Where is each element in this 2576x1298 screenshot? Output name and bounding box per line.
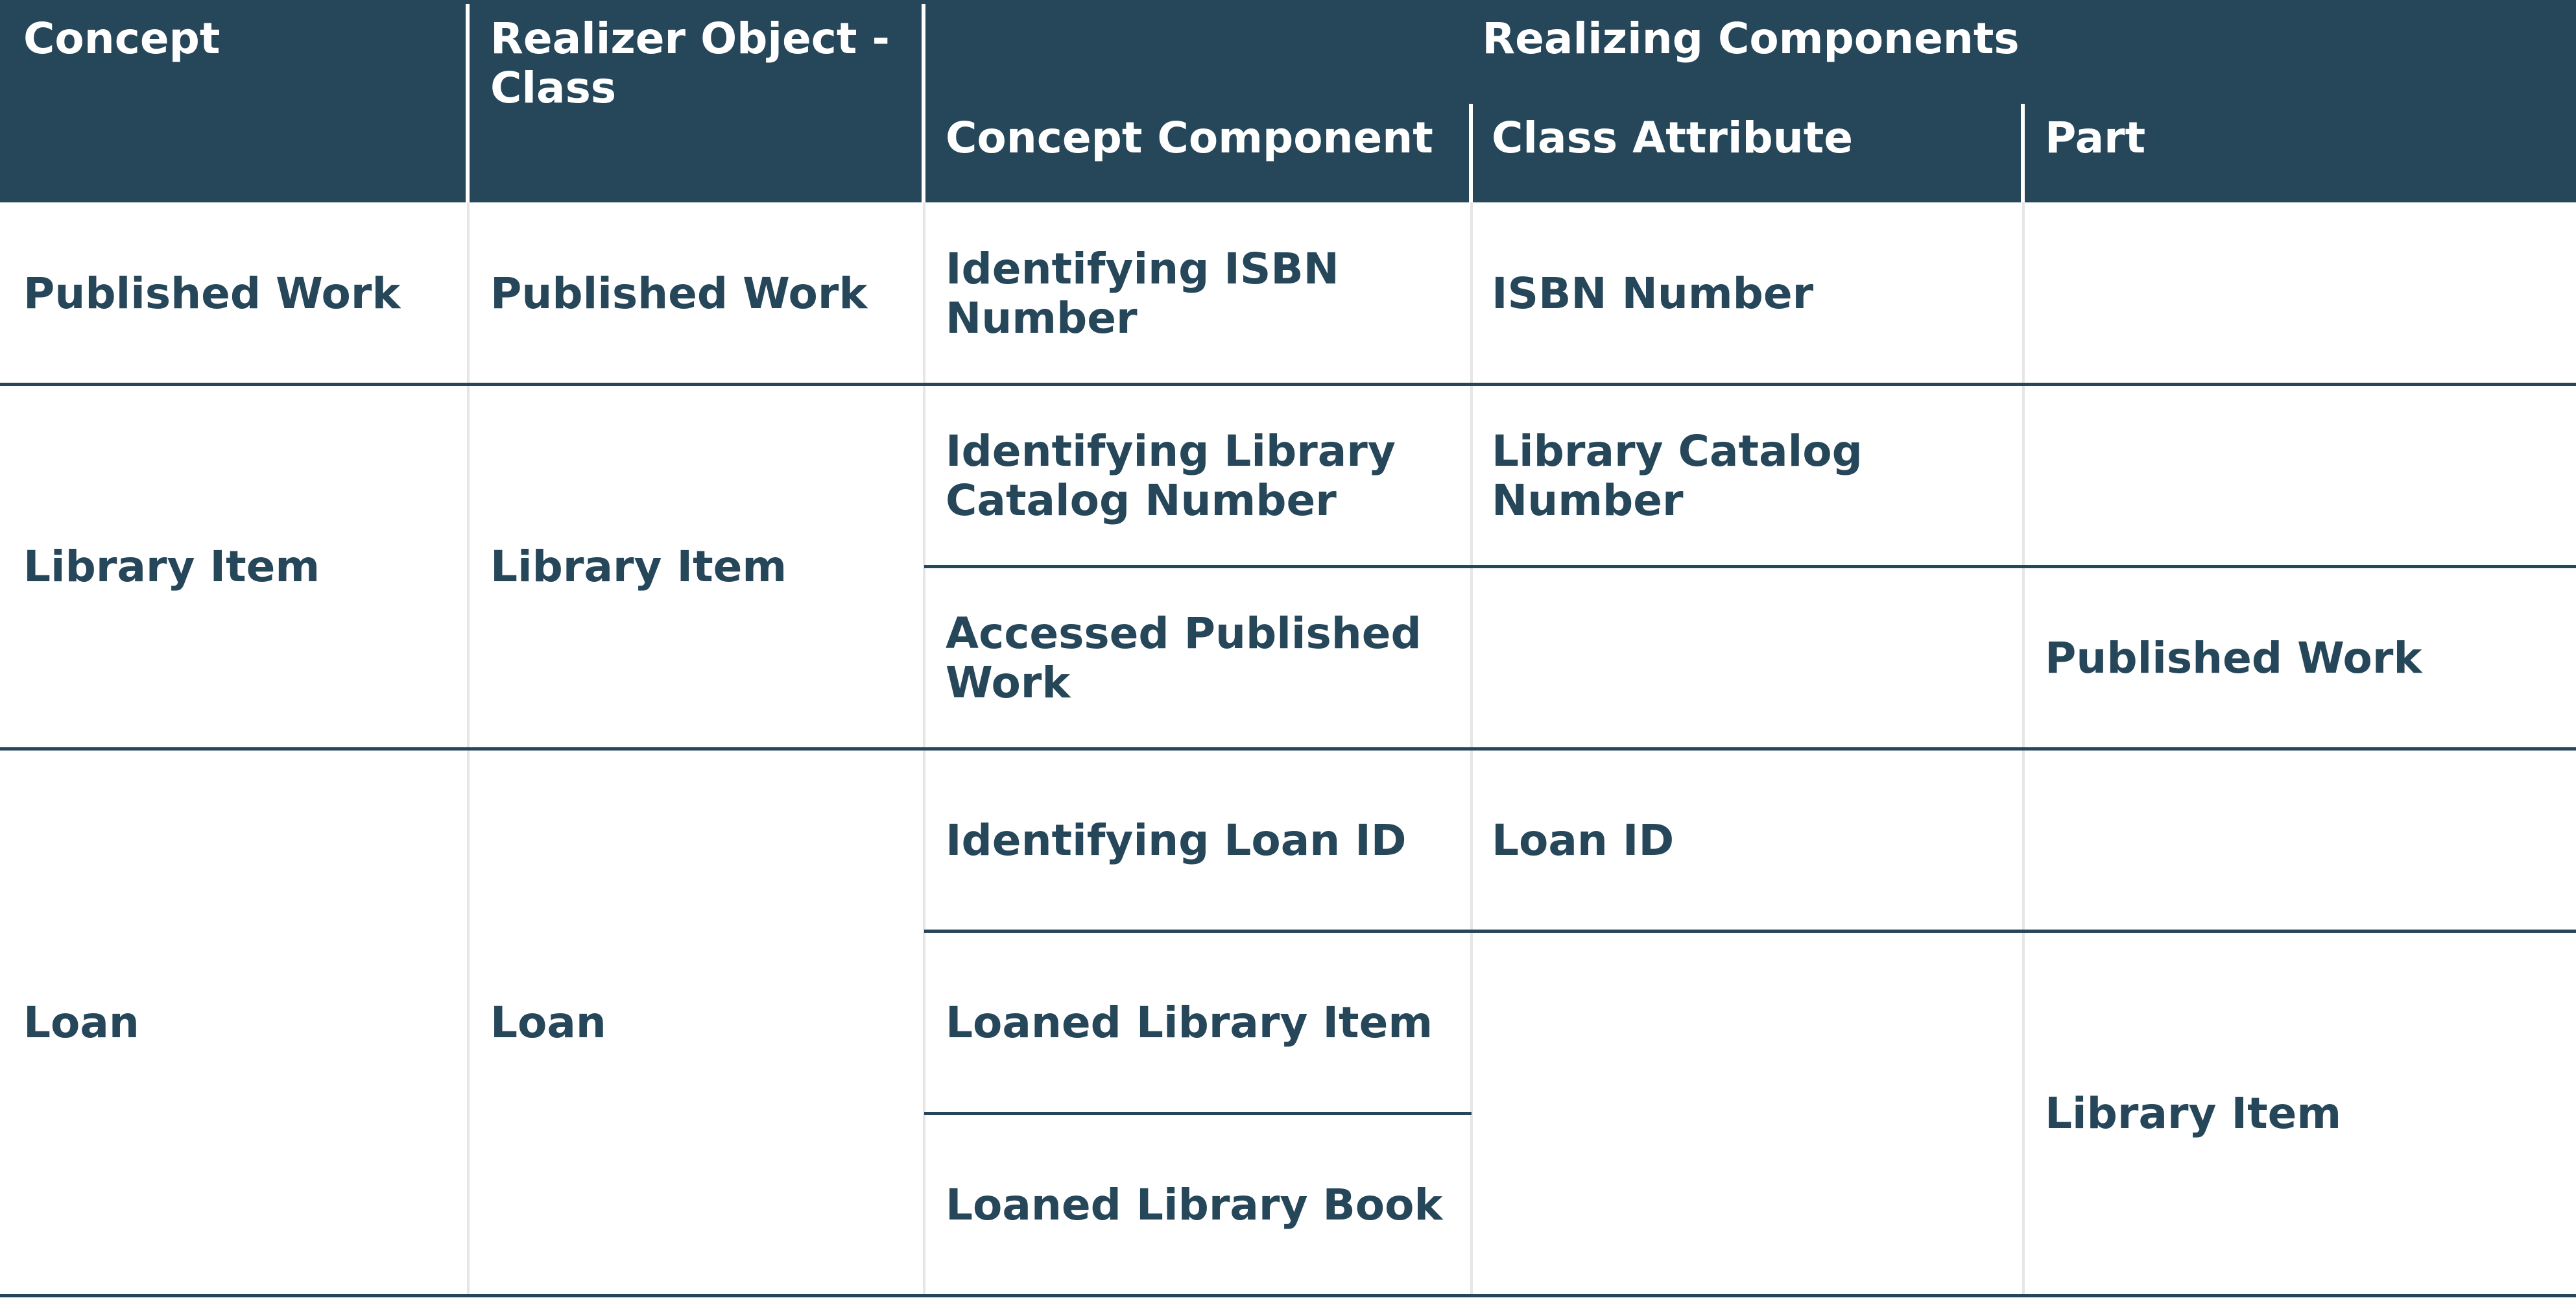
- cell-line: Work: [946, 658, 1071, 708]
- table-cell-realizer: Published Work: [490, 269, 868, 318]
- table-cell-concept-component: Accessed Published Work: [946, 609, 1422, 708]
- table-cell-concept: Published Work: [23, 269, 401, 318]
- cell-line: Number: [1492, 475, 1684, 525]
- header-realizer-line: Class: [490, 63, 617, 113]
- cell-line: Number: [946, 293, 1138, 343]
- header-realizing-components: Realizing Components: [1482, 14, 2020, 64]
- table-cell-part: Published Work: [2045, 633, 2422, 683]
- cell-line: Catalog Number: [946, 475, 1337, 525]
- header-concept: Concept: [23, 14, 221, 64]
- table-cell-realizer: Library Item: [490, 542, 787, 592]
- header-part: Part: [2045, 113, 2146, 163]
- table-cell-concept: Library Item: [23, 542, 320, 592]
- header-divider: [466, 4, 470, 202]
- table-cell-concept: Loan: [23, 998, 139, 1048]
- header-realizer-line: Realizer Object -: [490, 14, 890, 64]
- table-cell-concept-component: Identifying ISBN Number: [946, 245, 1339, 343]
- cell-line: Library Catalog: [1492, 426, 1863, 476]
- table-cell-realizer: Loan: [490, 998, 606, 1048]
- header-divider: [1469, 104, 1473, 202]
- table-bottom-border: [0, 1294, 2576, 1297]
- table-cell-class-attribute: Loan ID: [1492, 815, 1675, 865]
- table-cell-concept-component: Loaned Library Book: [946, 1180, 1443, 1230]
- row-divider: [0, 383, 2576, 386]
- header-divider: [2021, 104, 2025, 202]
- row-divider: [924, 930, 2576, 933]
- table-cell-part: Library Item: [2045, 1088, 2342, 1138]
- header-realizer-object-class: Realizer Object - Class: [490, 14, 890, 113]
- table-cell-class-attribute: ISBN Number: [1492, 269, 1814, 318]
- cell-line: Identifying Library: [946, 426, 1396, 476]
- header-concept-component: Concept Component: [946, 113, 1433, 163]
- row-divider: [0, 747, 2576, 751]
- cell-line: Identifying ISBN: [946, 244, 1339, 294]
- cell-line: Accessed Published: [946, 608, 1422, 658]
- table-cell-concept-component: Identifying Loan ID: [946, 815, 1407, 865]
- table-cell-class-attribute: Library Catalog Number: [1492, 427, 1863, 525]
- row-divider: [924, 1112, 1472, 1115]
- table-cell-concept-component: Loaned Library Item: [946, 998, 1433, 1048]
- table-cell-concept-component: Identifying Library Catalog Number: [946, 427, 1396, 525]
- header-class-attribute: Class Attribute: [1492, 113, 1854, 163]
- row-divider: [924, 565, 2576, 568]
